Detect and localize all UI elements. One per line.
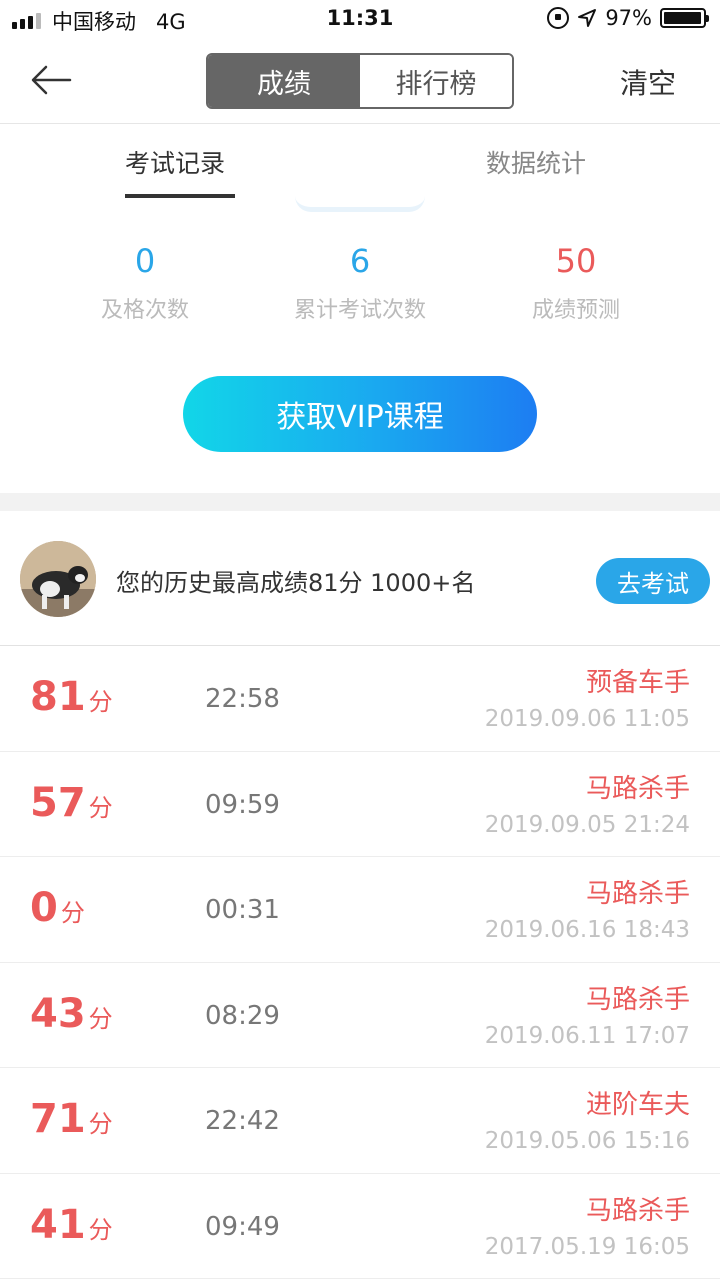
record-title: 马路杀手 — [585, 984, 690, 1015]
record-date: 2019.09.05 21:24 — [484, 811, 690, 838]
nav-bar: 成绩 排行榜 清空 — [0, 40, 720, 124]
stat-label: 及格次数 — [100, 298, 189, 323]
battery-icon — [660, 8, 709, 28]
back-arrow-icon[interactable] — [30, 58, 74, 102]
segment-control: 成绩 排行榜 — [206, 53, 514, 109]
record-score: 81 分 — [30, 674, 113, 720]
record-score: 57 分 — [30, 779, 113, 826]
record-date: 2019.06.16 18:43 — [484, 917, 690, 943]
tab-underline — [125, 194, 235, 198]
go-exam-button[interactable]: 去考试 — [596, 558, 710, 604]
record-date: 2019.06.11 17:07 — [484, 1022, 690, 1049]
record-title: 马路杀手 — [585, 773, 690, 804]
record-score: 41 分 — [30, 1201, 113, 1248]
stat-value: 50 — [555, 242, 597, 280]
list-item[interactable]: 57 分 09:59 马路杀手 2019.09.05 21:24 — [0, 752, 720, 857]
list-item[interactable]: 43 分 08:29 马路杀手 2019.06.11 17:07 — [0, 963, 720, 1068]
record-title: 马路杀手 — [585, 879, 690, 909]
best-score-text: 您的历史最高成绩81分 1000+名 — [116, 569, 476, 597]
tab-statistics[interactable]: 数据统计 — [486, 144, 586, 180]
get-vip-course-button[interactable]: 获取VIP课程 — [183, 376, 537, 452]
record-date: 2019.05.06 15:16 — [484, 1128, 690, 1154]
segment-ranking[interactable]: 排行榜 — [360, 55, 512, 107]
status-bar: 中国移动 4G 11:31 97% — [0, 0, 720, 40]
best-score-row: 您的历史最高成绩81分 1000+名 去考试 — [0, 511, 720, 646]
section-divider — [0, 493, 720, 511]
record-duration: 09:59 — [205, 789, 280, 820]
list-item[interactable]: 41 分 09:49 马路杀手 2017.05.19 16:05 — [0, 1174, 720, 1279]
stat-label: 累计考试次数 — [293, 298, 426, 323]
status-indicators: 97% — [547, 6, 709, 30]
record-title: 马路杀手 — [585, 1195, 690, 1226]
record-title: 进阶车夫 — [585, 1090, 690, 1120]
record-date: 2017.05.19 16:05 — [484, 1233, 690, 1260]
stat-value: 0 — [134, 242, 156, 280]
tab-bar: 考试记录 数据统计 — [0, 124, 720, 200]
record-score: 0分 — [30, 885, 85, 931]
record-date: 2019.09.06 11:05 — [484, 706, 690, 732]
record-score: 71 分 — [30, 1096, 113, 1142]
avatar — [20, 541, 96, 617]
segment-score[interactable]: 成绩 — [208, 55, 360, 107]
record-duration: 08:29 — [205, 1000, 280, 1031]
chart-arc-fragment — [295, 196, 425, 212]
stat-value: 6 — [349, 242, 371, 280]
record-duration: 22:42 — [205, 1106, 280, 1136]
list-item[interactable]: 71 分 22:42 进阶车夫 2019.05.06 15:16 — [0, 1068, 720, 1174]
stat-exam-count: 6 累计考试次数 — [260, 230, 460, 324]
clear-button[interactable]: 清空 — [620, 62, 676, 102]
record-duration: 22:58 — [205, 684, 280, 714]
battery-percent: 97% — [605, 6, 652, 30]
stat-pass-count: 0 及格次数 — [45, 230, 245, 324]
stat-score-prediction: 50 成绩预测 — [476, 230, 676, 324]
record-score: 43 分 — [30, 990, 113, 1037]
exam-record-list: 81 分 22:58 预备车手 2019.09.06 11:05 57 分 09:5… — [0, 646, 720, 1279]
tab-exam-records[interactable]: 考试记录 — [125, 144, 225, 180]
stats-row: 0 及格次数 6 累计考试次数 50 成绩预测 — [0, 230, 720, 340]
list-item[interactable]: 81 分 22:58 预备车手 2019.09.06 11:05 — [0, 646, 720, 752]
record-duration: 00:31 — [205, 895, 280, 925]
record-title: 预备车手 — [585, 668, 690, 698]
rotation-lock-icon — [547, 7, 570, 29]
record-duration: 09:49 — [205, 1211, 280, 1242]
location-arrow-icon — [578, 9, 597, 27]
list-item[interactable]: 0分 00:31 马路杀手 2019.06.16 18:43 — [0, 857, 720, 963]
stat-label: 成绩预测 — [531, 298, 620, 323]
